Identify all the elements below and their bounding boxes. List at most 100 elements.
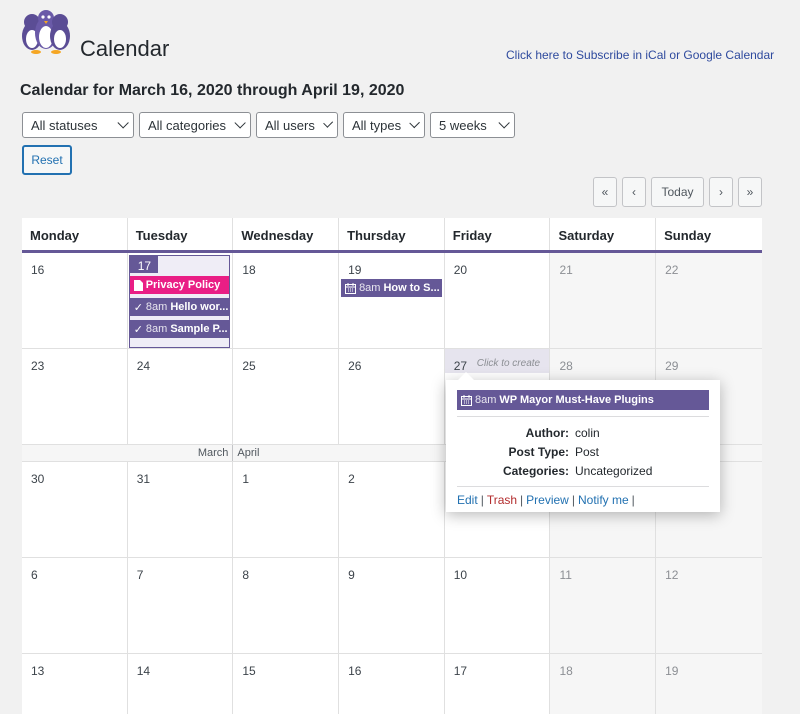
weekday-header-row: Monday Tuesday Wednesday Thursday Friday… xyxy=(22,218,762,253)
day-cell[interactable]: 10 xyxy=(444,558,551,653)
popup-author-value: colin xyxy=(575,425,600,440)
action-separator: | xyxy=(571,493,575,507)
first-page-button[interactable]: « xyxy=(593,177,617,207)
trash-link[interactable]: Trash xyxy=(487,493,517,507)
action-separator: | xyxy=(631,493,635,507)
day-number: 11 xyxy=(559,568,572,582)
day-cell[interactable]: 25 xyxy=(233,349,340,444)
day-cell[interactable]: 6 xyxy=(22,558,128,653)
category-filter-select[interactable]: All categories xyxy=(139,112,251,138)
action-separator: | xyxy=(480,493,484,507)
day-number: 16 xyxy=(348,664,362,678)
day-number: 20 xyxy=(453,263,468,277)
day-cell[interactable]: 12 xyxy=(656,558,762,653)
event-hello-world[interactable]: ✓ 8am Hello wor... xyxy=(129,298,230,316)
day-cell[interactable]: 30 xyxy=(22,462,128,557)
calendar-navigation: « ‹ Today › » xyxy=(593,177,762,207)
day-cell[interactable]: 17 xyxy=(444,654,551,714)
day-cell[interactable]: 24 xyxy=(127,349,234,444)
event-title: How to S... xyxy=(383,282,440,294)
day-number: 24 xyxy=(136,359,151,373)
day-cell[interactable]: 23 xyxy=(22,349,128,444)
day-cell[interactable]: 26 xyxy=(339,349,445,444)
popup-event-title: WP Mayor Must-Have Plugins xyxy=(499,394,654,406)
event-title: Privacy Policy xyxy=(145,279,221,291)
day-number: 29 xyxy=(665,359,679,373)
day-number: 17 xyxy=(453,664,468,678)
day-number: 22 xyxy=(665,263,679,277)
day-number: 17 xyxy=(129,256,158,273)
day-cell[interactable]: 11 xyxy=(550,558,657,653)
penguin-logo-icon xyxy=(22,10,70,54)
popup-type-value: Post xyxy=(575,444,600,459)
click-to-create-hint[interactable]: Click to create xyxy=(477,358,540,369)
status-filter-select[interactable]: All statuses xyxy=(22,112,134,138)
day-cell[interactable]: 1 xyxy=(233,462,340,557)
checkmark-icon: ✓ xyxy=(133,301,143,314)
calendar-week: 16 17 Privacy Policy ✓ 8am Hello wor... … xyxy=(22,253,762,349)
day-cell[interactable]: 19 xyxy=(656,654,762,714)
day-cell[interactable]: 19 8am How to S... xyxy=(339,253,445,348)
category-filter-value: All categories xyxy=(148,117,227,133)
popup-author-label: Author: xyxy=(525,425,569,440)
next-page-button[interactable]: › xyxy=(709,177,733,207)
day-cell[interactable]: 18 xyxy=(233,253,340,348)
day-cell[interactable]: 14 xyxy=(127,654,234,714)
day-cell[interactable]: 15 xyxy=(233,654,340,714)
day-cell[interactable]: 22 xyxy=(656,253,762,348)
user-filter-select[interactable]: All users xyxy=(256,112,338,138)
event-sample-page[interactable]: ✓ 8am Sample P... xyxy=(129,320,230,338)
previous-page-button[interactable]: ‹ xyxy=(622,177,646,207)
page-title: Calendar xyxy=(80,36,170,61)
day-number: 19 xyxy=(665,664,679,678)
subscribe-link[interactable]: Click here to Subscribe in iCal or Googl… xyxy=(506,48,774,62)
month-label-march: March xyxy=(197,447,229,459)
day-number: 12 xyxy=(665,568,679,582)
day-cell[interactable]: 16 xyxy=(22,253,128,348)
calendar-week: 6 7 8 9 10 11 12 xyxy=(22,558,762,654)
calendar-icon xyxy=(345,282,357,294)
day-cell[interactable]: 13 xyxy=(22,654,128,714)
event-how-to[interactable]: 8am How to S... xyxy=(341,279,442,297)
day-cell[interactable]: 16 xyxy=(339,654,445,714)
day-cell[interactable]: 21 xyxy=(550,253,657,348)
popup-categories-value: Uncategorized xyxy=(575,463,653,478)
day-cell[interactable]: 31 xyxy=(127,462,234,557)
day-number: 6 xyxy=(31,568,38,582)
month-label-april: April xyxy=(237,447,260,459)
chevron-down-icon xyxy=(409,117,420,129)
type-filter-select[interactable]: All types xyxy=(343,112,425,138)
day-cell[interactable]: 20 xyxy=(444,253,551,348)
event-details-popup: 8am WP Mayor Must-Have Plugins Author: c… xyxy=(446,372,720,512)
weeks-filter-select[interactable]: 5 weeks xyxy=(430,112,515,138)
day-cell-today[interactable]: 17 Privacy Policy ✓ 8am Hello wor... ✓ 8… xyxy=(127,253,234,348)
popup-categories-label: Categories: xyxy=(502,463,569,478)
event-title: Hello wor... xyxy=(170,301,229,313)
day-cell[interactable]: 9 xyxy=(339,558,445,653)
day-number: 19 xyxy=(348,263,362,277)
day-number: 18 xyxy=(242,263,256,277)
last-page-button[interactable]: » xyxy=(738,177,762,207)
type-filter-value: All types xyxy=(352,117,402,133)
reset-button[interactable]: Reset xyxy=(22,145,72,175)
notify-me-link[interactable]: Notify me xyxy=(578,493,629,507)
day-number: 21 xyxy=(559,263,573,277)
weekday-header: Tuesday xyxy=(128,218,234,250)
preview-link[interactable]: Preview xyxy=(526,493,569,507)
day-cell[interactable]: 2 xyxy=(339,462,445,557)
event-privacy-policy[interactable]: Privacy Policy xyxy=(129,276,230,294)
day-number: 7 xyxy=(136,568,144,582)
day-cell[interactable]: 7 xyxy=(127,558,234,653)
day-number: 18 xyxy=(559,664,573,678)
weekday-header: Friday xyxy=(445,218,551,250)
calendar-week: 13 14 15 16 17 18 19 xyxy=(22,654,762,714)
day-cell[interactable]: 18 xyxy=(550,654,657,714)
day-cell[interactable]: 8 xyxy=(233,558,340,653)
filter-bar: All statuses All categories All users Al… xyxy=(22,112,515,138)
popup-author-row: Author: colin xyxy=(457,423,709,442)
day-number: 1 xyxy=(242,472,250,486)
popup-divider xyxy=(457,416,709,417)
today-button[interactable]: Today xyxy=(651,177,704,207)
popup-event-time: 8am xyxy=(475,394,497,406)
edit-link[interactable]: Edit xyxy=(457,493,478,507)
